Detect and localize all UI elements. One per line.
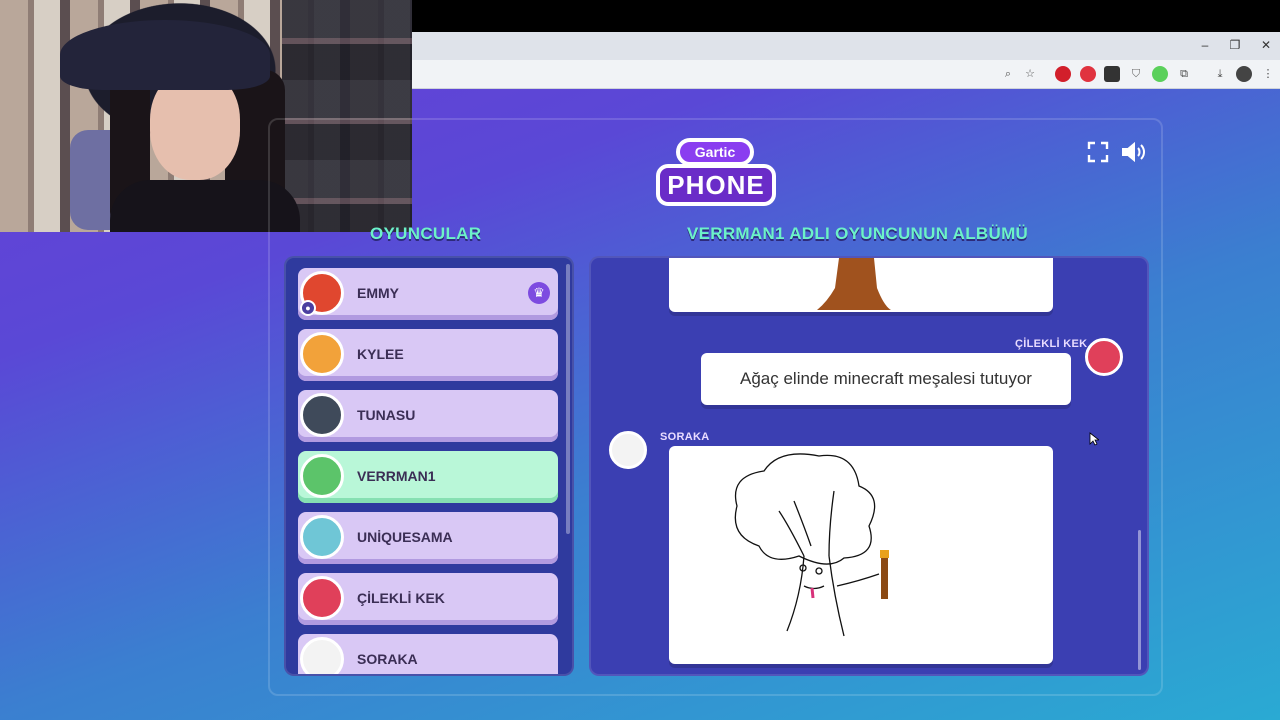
minimize-icon[interactable]: – <box>1195 36 1215 54</box>
zoom-icon[interactable]: ⌕ <box>1000 66 1016 82</box>
guess-bubble: Ağaç elinde minecraft meşalesi tutuyor <box>701 353 1071 405</box>
star-icon[interactable]: ☆ <box>1022 66 1038 82</box>
player-avatar <box>300 637 344 674</box>
logo-top-text: Gartic <box>676 138 754 166</box>
browser-title-bar <box>412 32 1280 60</box>
album-panel: ÇİLEKLİ KEK Ağaç elinde minecraft meşale… <box>589 256 1149 676</box>
user-icon: ● <box>300 300 316 316</box>
player-avatar <box>300 576 344 620</box>
player-card[interactable]: UNİQUESAMA <box>298 512 558 564</box>
crown-icon: ♛ <box>528 282 550 304</box>
player-card[interactable]: ÇİLEKLİ KEK <box>298 573 558 625</box>
profile-icon[interactable] <box>1236 66 1252 82</box>
gartic-phone-logo: Gartic PHONE <box>656 136 776 208</box>
album-scrollbar[interactable] <box>1138 530 1141 670</box>
volume-icon[interactable] <box>1120 140 1146 166</box>
green-extension-icon[interactable] <box>1152 66 1168 82</box>
player-avatar <box>300 515 344 559</box>
album-title: VERRMAN1 ADLI OYUNCUNUN ALBÜMÜ <box>687 224 1029 243</box>
drawing-card <box>669 258 1053 312</box>
player-name: KYLEE <box>357 346 404 362</box>
player-card[interactable]: KYLEE <box>298 329 558 381</box>
drawing-card <box>669 446 1053 664</box>
opera-icon[interactable] <box>1055 66 1071 82</box>
drawing-author-avatar <box>609 431 647 469</box>
player-name: VERRMAN1 <box>357 468 436 484</box>
hat <box>60 20 270 90</box>
logo-bottom-text: PHONE <box>656 164 776 206</box>
download-icon[interactable]: ⤓ <box>1212 66 1228 82</box>
extension-icon[interactable] <box>1104 66 1120 82</box>
player-avatar <box>300 332 344 376</box>
tree-trunk-drawing <box>817 258 891 310</box>
player-card[interactable]: ● EMMY ♛ <box>298 268 558 320</box>
players-title: OYUNCULAR <box>370 224 482 243</box>
player-card[interactable]: TUNASU <box>298 390 558 442</box>
player-card[interactable]: SORAKA <box>298 634 558 674</box>
players-scrollbar[interactable] <box>566 264 570 534</box>
menu-icon[interactable]: ⋮ <box>1260 66 1276 82</box>
puzzle-icon[interactable]: ⧉ <box>1176 66 1192 82</box>
browser-address-bar[interactable] <box>412 60 1280 89</box>
red-extension-icon[interactable] <box>1080 66 1096 82</box>
tree-drawing <box>734 453 889 637</box>
restore-icon[interactable]: ❐ <box>1225 36 1245 54</box>
player-card-me[interactable]: VERRMAN1 <box>298 451 558 503</box>
guess-author: ÇİLEKLİ KEK <box>1015 338 1088 350</box>
player-name: UNİQUESAMA <box>357 529 453 545</box>
player-avatar <box>300 454 344 498</box>
fullscreen-icon[interactable] <box>1086 140 1112 166</box>
player-name: SORAKA <box>357 651 418 667</box>
shield-icon[interactable]: ⛉ <box>1128 66 1144 82</box>
player-name: EMMY <box>357 285 399 301</box>
close-icon[interactable]: ✕ <box>1256 36 1276 54</box>
player-name: TUNASU <box>357 407 416 423</box>
guess-author-avatar <box>1085 338 1123 376</box>
drawing-author: SORAKA <box>660 431 710 443</box>
players-panel: ● EMMY ♛ KYLEE TUNASU VERRMAN1 UNİQUESAM… <box>284 256 574 676</box>
player-avatar <box>300 393 344 437</box>
player-name: ÇİLEKLİ KEK <box>357 590 445 606</box>
mouse-cursor-icon <box>1089 432 1099 446</box>
